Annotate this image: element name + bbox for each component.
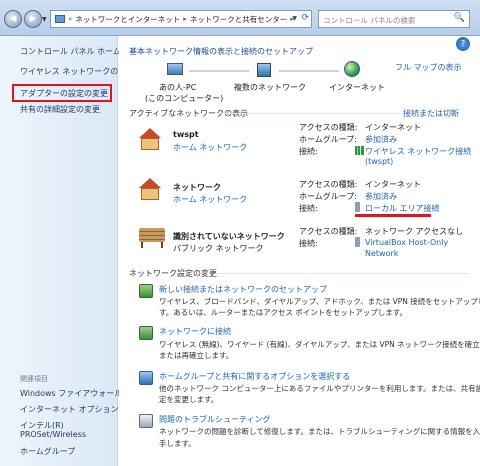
see-also-firewall[interactable]: Windows ファイアウォール bbox=[20, 388, 122, 399]
map-internet-label: インターネット bbox=[329, 83, 385, 92]
chevron-right-icon: ▸ bbox=[183, 15, 187, 23]
address-bar-area: ◀ ▶ ▼ « ネットワークとインターネット ▸ ネットワークと共有センター ▸… bbox=[0, 0, 480, 36]
network-1-hg-label: ホームグループ: bbox=[299, 135, 357, 144]
map-multi-label: 複数のネットワーク bbox=[234, 83, 306, 92]
network-2-hg-label: ホームグループ: bbox=[299, 192, 357, 201]
connect-network-icon bbox=[139, 326, 153, 340]
network-3-type: パブリック ネットワーク bbox=[173, 244, 264, 253]
task-2-title[interactable]: ネットワークに接続 bbox=[159, 326, 231, 337]
task-3-desc1: 他のネットワーク コンピューター上にあるファイルやプリンターを利用します。または… bbox=[159, 384, 480, 393]
map-connector bbox=[279, 70, 339, 72]
wireless-signal-icon bbox=[355, 146, 364, 155]
network-2-access-label: アクセスの種類: bbox=[299, 180, 358, 189]
map-pc-sublabel: (このコンピューター) bbox=[145, 94, 224, 103]
network-3-conn-label: 接続: bbox=[299, 239, 318, 248]
red-underline-annotation bbox=[355, 214, 431, 217]
help-icon[interactable]: ? bbox=[456, 37, 470, 51]
see-also-homegroup[interactable]: ホームグループ bbox=[20, 446, 75, 457]
network-1-type[interactable]: ホーム ネットワーク bbox=[173, 142, 247, 153]
network-3-conn-value[interactable]: VirtualBox Host-Only bbox=[365, 238, 448, 247]
breadcrumb-segment-2[interactable]: ネットワークと共有センター bbox=[190, 14, 288, 25]
home-network-icon bbox=[139, 128, 161, 150]
network-icon bbox=[257, 63, 271, 77]
forward-button[interactable]: ▶ bbox=[24, 10, 42, 28]
ethernet-icon bbox=[355, 202, 360, 212]
network-1-hg-value[interactable]: 参加済み bbox=[365, 134, 397, 145]
address-prefix: « bbox=[68, 15, 73, 23]
network-2-conn-label: 接続: bbox=[299, 204, 318, 213]
see-also-internet-options[interactable]: インターネット オプション bbox=[20, 404, 119, 415]
public-network-bench-icon bbox=[139, 228, 165, 248]
recent-pages-icon[interactable]: ▼ bbox=[42, 16, 47, 23]
breadcrumb-segment-1[interactable]: ネットワークとインターネット bbox=[75, 14, 180, 25]
sidebar-item-wireless-manage[interactable]: ワイヤレス ネットワークの管理 bbox=[20, 66, 134, 77]
connect-disconnect-link[interactable]: 接続または切断 bbox=[403, 108, 459, 119]
network-2-name: ネットワーク bbox=[173, 183, 221, 192]
troubleshoot-icon bbox=[139, 414, 153, 428]
task-1-desc2: す。あるいは、ルーターまたはアクセス ポイントをセットアップします。 bbox=[159, 308, 408, 317]
see-also-proset[interactable]: PROSet/Wireless bbox=[20, 430, 86, 439]
search-icon[interactable]: 🔍 bbox=[454, 13, 465, 23]
task-2-desc2: または再確立します。 bbox=[159, 351, 234, 360]
see-also-title: 関連項目 bbox=[20, 375, 48, 383]
task-1-desc1: ワイヤレス、ブロードバンド、ダイヤルアップ、アドホック、または VPN 接続をセ… bbox=[159, 297, 480, 306]
main-content: ? 基本ネットワーク情報の表示と接続のセットアップ フル マップの表示 あの人-… bbox=[119, 36, 480, 466]
dropdown-icon[interactable]: ▼ bbox=[292, 15, 297, 22]
address-bar[interactable]: « ネットワークとインターネット ▸ ネットワークと共有センター ▸ ▼ ⟳ bbox=[50, 10, 312, 28]
sidebar-item-adapter-settings[interactable]: アダプターの設定の変更 bbox=[20, 88, 108, 99]
task-3-title[interactable]: ホームグループと共有に関するオプションを選択する bbox=[159, 371, 350, 382]
homegroup-icon bbox=[139, 371, 153, 385]
ethernet-icon bbox=[355, 237, 360, 247]
network-2-access-value: インターネット bbox=[365, 180, 421, 189]
network-2-type[interactable]: ホーム ネットワーク bbox=[173, 194, 247, 205]
task-4-desc2: 手します。 bbox=[159, 439, 196, 448]
computer-icon bbox=[167, 63, 183, 75]
task-4-desc1: ネットワークの問題を診断して修復します。または、トラブルシューティングに関する情… bbox=[159, 427, 480, 436]
network-1-access-value: インターネット bbox=[365, 123, 421, 132]
settings-title: ネットワーク設定の変更 bbox=[129, 269, 217, 278]
task-4-title[interactable]: 問題のトラブルシューティング bbox=[159, 414, 271, 425]
sidebar-item-home[interactable]: コントロール パネル ホーム bbox=[20, 46, 121, 57]
task-1-title[interactable]: 新しい接続またはネットワークのセットアップ bbox=[159, 284, 327, 295]
new-connection-icon bbox=[139, 284, 153, 298]
network-1-name: twspt bbox=[173, 130, 199, 139]
network-3-conn-value2[interactable]: Network bbox=[365, 249, 398, 258]
map-pc-label: あの人-PC bbox=[159, 83, 197, 92]
task-3-desc2: 定を変更します。 bbox=[159, 395, 219, 404]
back-button[interactable]: ◀ bbox=[4, 10, 22, 28]
network-1-conn-value2[interactable]: (twspt) bbox=[365, 157, 393, 166]
home-network-icon bbox=[139, 178, 161, 200]
network-2-hg-value[interactable]: 参加済み bbox=[365, 191, 397, 202]
network-1-conn-label: 接続: bbox=[299, 147, 318, 156]
globe-icon bbox=[344, 61, 360, 77]
network-1-access-label: アクセスの種類: bbox=[299, 123, 358, 132]
page-title: 基本ネットワーク情報の表示と接続のセットアップ bbox=[129, 47, 313, 56]
search-placeholder: コントロール パネルの検索 bbox=[323, 16, 416, 25]
folder-icon bbox=[55, 15, 65, 23]
divider bbox=[215, 273, 469, 274]
network-3-access-label: アクセスの種類: bbox=[299, 227, 358, 236]
map-connector bbox=[189, 70, 249, 72]
divider bbox=[219, 113, 399, 114]
refresh-icon[interactable]: ⟳ bbox=[301, 13, 309, 23]
network-3-access-value: ネットワーク アクセスなし bbox=[365, 227, 464, 236]
task-2-desc1: ワイヤレス (無線)、ワイヤード (有線)、ダイヤルアップ、または VPN ネッ… bbox=[159, 340, 480, 349]
sidebar-item-sharing-settings[interactable]: 共有の詳細設定の変更 bbox=[20, 104, 100, 115]
search-input[interactable]: コントロール パネルの検索 🔍 bbox=[318, 10, 470, 28]
network-3-name: 識別されていないネットワーク bbox=[173, 232, 285, 241]
network-2-conn-value[interactable]: ローカル エリア接続 bbox=[365, 203, 440, 214]
full-map-link[interactable]: フル マップの表示 bbox=[395, 62, 462, 73]
network-1-conn-value[interactable]: ワイヤレス ネットワーク接続 bbox=[365, 146, 471, 157]
sidebar: コントロール パネル ホーム ワイヤレス ネットワークの管理 アダプターの設定の… bbox=[0, 36, 134, 466]
